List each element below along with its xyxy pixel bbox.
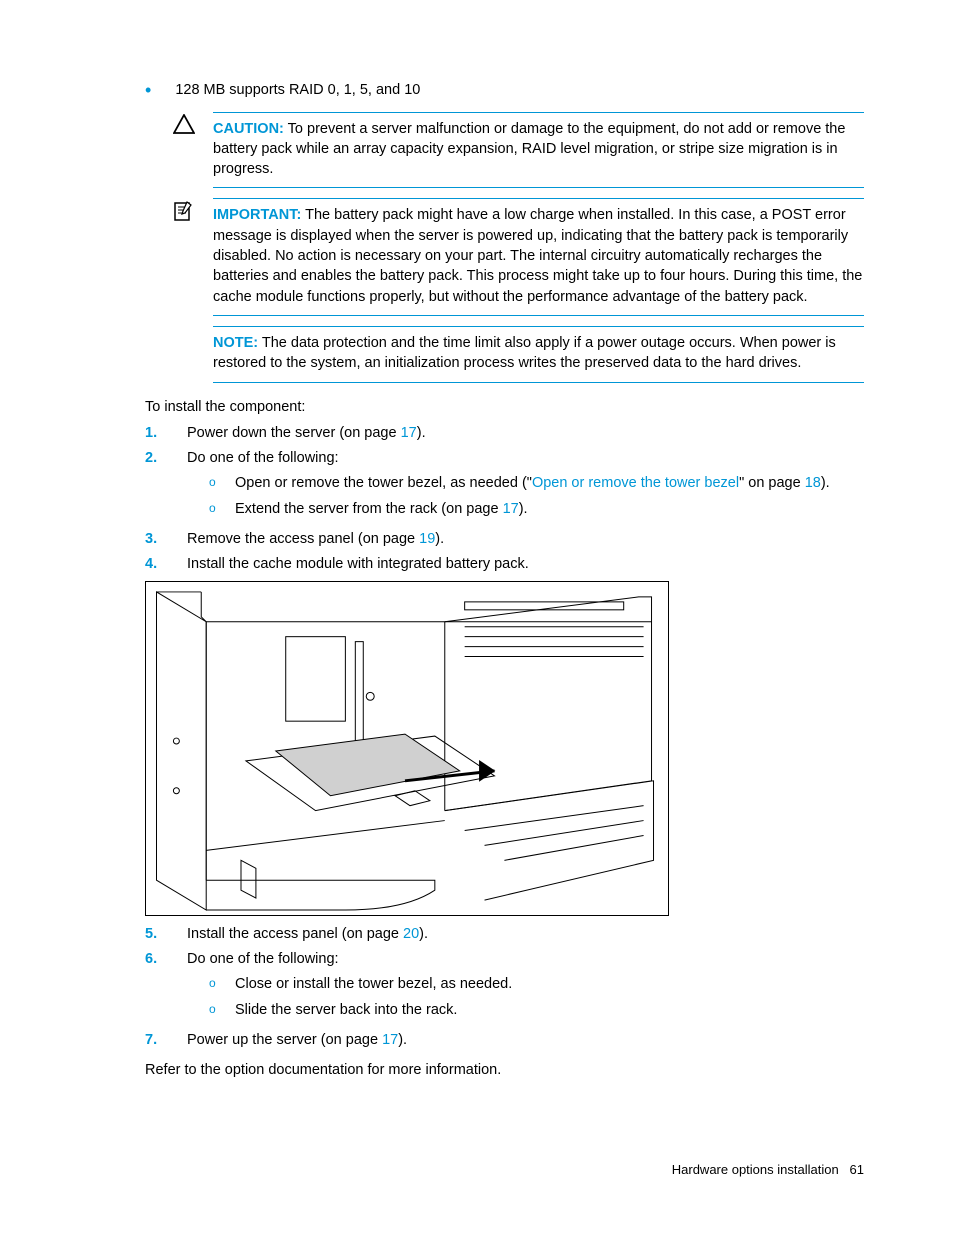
important-body: The battery pack might have a low charge… bbox=[213, 207, 862, 304]
bullet-icon: • bbox=[145, 80, 151, 102]
step-7: 7. Power up the server (on page 17). bbox=[145, 1030, 864, 1050]
step-number: 5. bbox=[145, 924, 187, 944]
link-open-remove-bezel[interactable]: Open or remove the tower bezel bbox=[532, 475, 739, 491]
sub-marker: o bbox=[209, 1000, 235, 1020]
sub-marker: o bbox=[209, 473, 235, 493]
substep: o Slide the server back into the rack. bbox=[209, 1000, 864, 1020]
important-block: IMPORTANT: The battery pack might have a… bbox=[173, 198, 864, 315]
note-body: The data protection and the time limit a… bbox=[213, 335, 836, 371]
page-link-19[interactable]: 19 bbox=[419, 531, 435, 547]
substep: o Extend the server from the rack (on pa… bbox=[209, 499, 864, 519]
footer-section: Hardware options installation bbox=[672, 1162, 839, 1177]
closing-text: Refer to the option documentation for mo… bbox=[145, 1060, 864, 1080]
step-5: 5. Install the access panel (on page 20)… bbox=[145, 924, 864, 944]
note-label: NOTE: bbox=[213, 335, 258, 351]
step-number: 4. bbox=[145, 554, 187, 574]
note-text: NOTE: The data protection and the time l… bbox=[213, 326, 864, 383]
caution-label: CAUTION: bbox=[213, 121, 284, 137]
step-6: 6. Do one of the following: o Close or i… bbox=[145, 949, 864, 1025]
caution-body: To prevent a server malfunction or damag… bbox=[213, 121, 845, 178]
substep: o Open or remove the tower bezel, as nee… bbox=[209, 473, 864, 493]
bullet-item: • 128 MB supports RAID 0, 1, 5, and 10 bbox=[145, 80, 864, 102]
step-number: 7. bbox=[145, 1030, 187, 1050]
important-text: IMPORTANT: The battery pack might have a… bbox=[213, 198, 864, 315]
page-link-18[interactable]: 18 bbox=[805, 475, 821, 491]
sub-marker: o bbox=[209, 974, 235, 994]
caution-text: CAUTION: To prevent a server malfunction… bbox=[213, 112, 864, 189]
page-content: • 128 MB supports RAID 0, 1, 5, and 10 C… bbox=[0, 0, 954, 1146]
caution-block: CAUTION: To prevent a server malfunction… bbox=[173, 112, 864, 189]
page-link-17[interactable]: 17 bbox=[382, 1032, 398, 1048]
page-link-20[interactable]: 20 bbox=[403, 926, 419, 942]
note-block: NOTE: The data protection and the time l… bbox=[173, 326, 864, 383]
step-number: 1. bbox=[145, 423, 187, 443]
page-footer: Hardware options installation 61 bbox=[672, 1161, 864, 1179]
caution-icon bbox=[173, 117, 195, 139]
step-4: 4. Install the cache module with integra… bbox=[145, 554, 864, 574]
step-number: 2. bbox=[145, 448, 187, 524]
page-link-17[interactable]: 17 bbox=[503, 501, 519, 517]
step-number: 6. bbox=[145, 949, 187, 1025]
step-2: 2. Do one of the following: o Open or re… bbox=[145, 448, 864, 524]
steps-list: 1. Power down the server (on page 17). 2… bbox=[145, 423, 864, 575]
step-3: 3. Remove the access panel (on page 19). bbox=[145, 529, 864, 549]
important-icon bbox=[173, 205, 195, 227]
sub-marker: o bbox=[209, 499, 235, 519]
intro-text: To install the component: bbox=[145, 397, 864, 417]
page-link-17[interactable]: 17 bbox=[401, 425, 417, 441]
footer-page-number: 61 bbox=[850, 1162, 864, 1177]
installation-diagram bbox=[145, 581, 669, 916]
step-1: 1. Power down the server (on page 17). bbox=[145, 423, 864, 443]
important-label: IMPORTANT: bbox=[213, 207, 301, 223]
substep: o Close or install the tower bezel, as n… bbox=[209, 974, 864, 994]
steps-list-continued: 5. Install the access panel (on page 20)… bbox=[145, 924, 864, 1050]
step-number: 3. bbox=[145, 529, 187, 549]
bullet-text: 128 MB supports RAID 0, 1, 5, and 10 bbox=[175, 80, 420, 102]
